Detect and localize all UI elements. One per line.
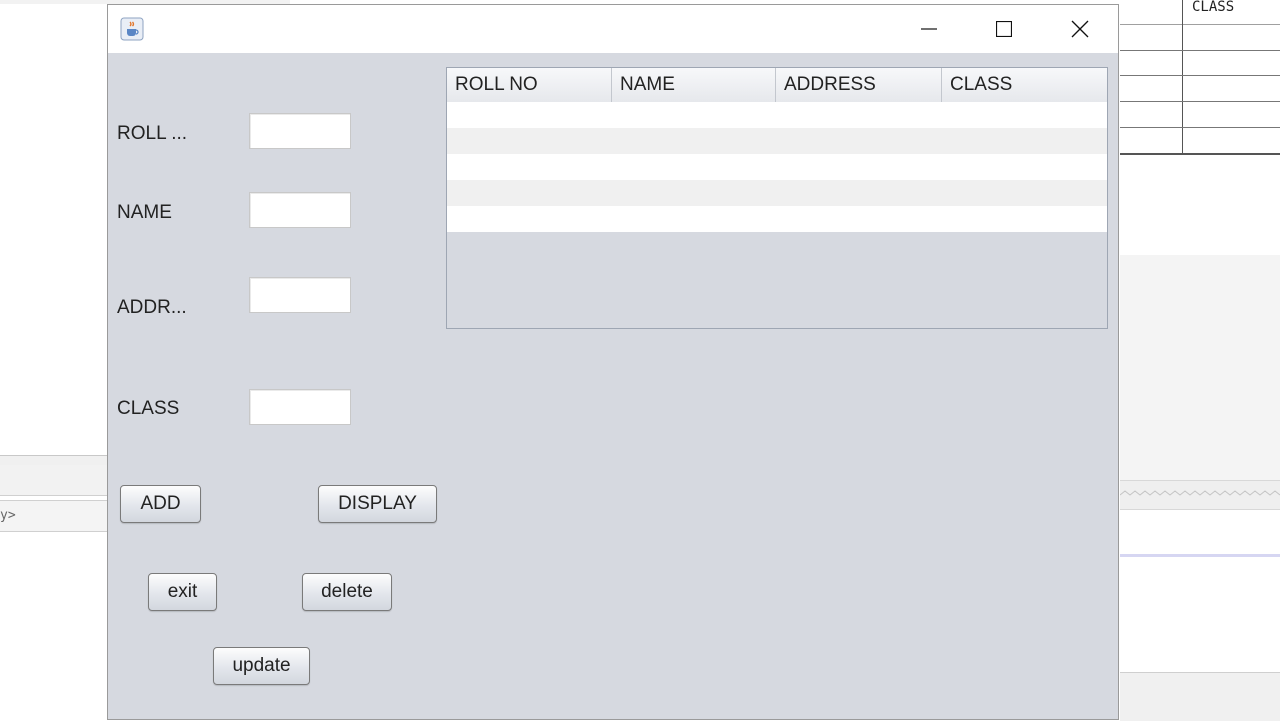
exit-button[interactable]: exit bbox=[148, 573, 217, 611]
background-console-line: y> bbox=[0, 500, 108, 532]
background-splitter bbox=[1120, 480, 1280, 510]
column-header-roll-no[interactable]: ROLL NO bbox=[447, 68, 612, 102]
add-button[interactable]: ADD bbox=[120, 485, 201, 523]
column-header-class[interactable]: CLASS bbox=[942, 68, 1107, 102]
background-status-bar bbox=[1120, 672, 1280, 721]
table-row[interactable] bbox=[447, 180, 1107, 206]
title-bar[interactable] bbox=[108, 5, 1118, 53]
close-icon bbox=[1071, 20, 1089, 38]
column-header-address[interactable]: ADDRESS bbox=[776, 68, 942, 102]
background-panel bbox=[1120, 557, 1280, 672]
background-panel bbox=[1120, 510, 1280, 555]
maximize-icon bbox=[996, 21, 1012, 37]
table-row[interactable] bbox=[447, 128, 1107, 154]
class-label: CLASS bbox=[117, 398, 180, 419]
table-row[interactable] bbox=[447, 102, 1107, 128]
form-panel: ROLL ... NAME ADDR... CLASS ADD DISPLAY … bbox=[108, 53, 1118, 719]
address-label: ADDR... bbox=[117, 297, 187, 318]
background-table-gridline bbox=[1120, 101, 1280, 102]
minimize-icon bbox=[921, 28, 937, 30]
column-header-name[interactable]: NAME bbox=[612, 68, 776, 102]
name-label: NAME bbox=[117, 202, 172, 223]
address-input[interactable] bbox=[249, 277, 351, 313]
student-form-window: ROLL ... NAME ADDR... CLASS ADD DISPLAY … bbox=[107, 4, 1119, 720]
roll-no-label: ROLL ... bbox=[117, 123, 188, 144]
minimize-button[interactable] bbox=[891, 5, 967, 53]
background-design-pane bbox=[1120, 155, 1280, 256]
table-row[interactable] bbox=[447, 206, 1107, 232]
background-table-gridline bbox=[1120, 50, 1280, 51]
background-panel bbox=[1120, 255, 1280, 480]
java-cup-icon bbox=[120, 17, 144, 41]
student-table[interactable]: ROLL NO NAME ADDRESS CLASS bbox=[446, 67, 1108, 329]
close-button[interactable] bbox=[1042, 5, 1118, 53]
roll-no-input[interactable] bbox=[249, 113, 351, 149]
table-row[interactable] bbox=[447, 154, 1107, 180]
maximize-button[interactable] bbox=[966, 5, 1042, 53]
table-header: ROLL NO NAME ADDRESS CLASS bbox=[447, 68, 1107, 103]
background-table-gridline bbox=[1120, 127, 1280, 128]
background-table-gridline bbox=[1182, 0, 1183, 155]
console-fragment: y> bbox=[0, 508, 16, 523]
delete-button[interactable]: delete bbox=[302, 573, 392, 611]
class-input[interactable] bbox=[249, 389, 351, 425]
background-table-gridline bbox=[1120, 75, 1280, 76]
background-output-area bbox=[0, 532, 108, 720]
background-table-header-class: CLASS bbox=[1192, 0, 1235, 15]
background-design-table: CLASS bbox=[1120, 0, 1280, 155]
name-input[interactable] bbox=[249, 192, 351, 228]
background-toolbar bbox=[0, 465, 108, 496]
background-editor-area bbox=[0, 0, 108, 455]
display-button[interactable]: DISPLAY bbox=[318, 485, 437, 523]
update-button[interactable]: update bbox=[213, 647, 310, 685]
